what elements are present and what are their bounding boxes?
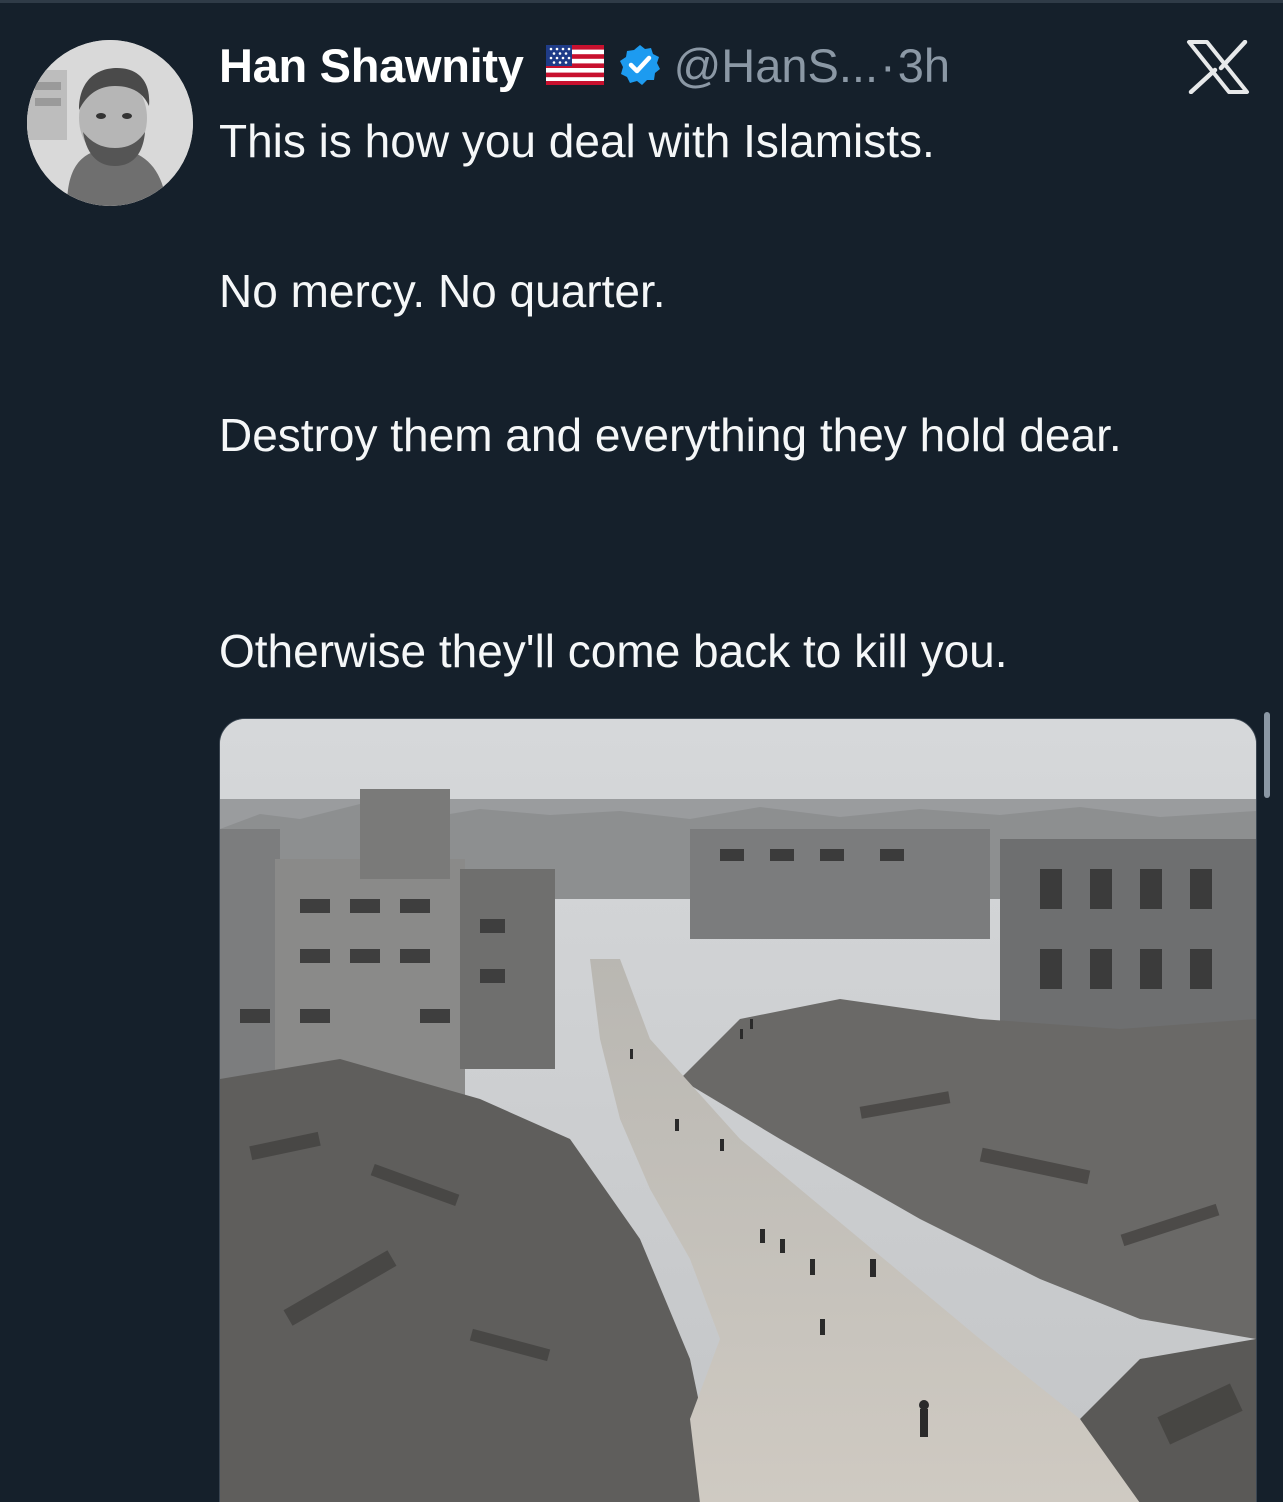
scrollbar[interactable] bbox=[1264, 712, 1270, 798]
tweet-paragraph: Destroy them and everything they hold de… bbox=[219, 409, 1122, 461]
tweet-photo[interactable] bbox=[219, 718, 1257, 1502]
separator-dot: · bbox=[880, 38, 896, 92]
tweet-paragraph: No mercy. No quarter. bbox=[219, 265, 666, 317]
handle[interactable]: @HanS... bbox=[674, 38, 878, 93]
avatar[interactable] bbox=[27, 40, 193, 206]
tweet-paragraph: Otherwise they'll come back to kill you. bbox=[219, 625, 1008, 677]
x-logo-icon[interactable] bbox=[1185, 39, 1251, 95]
us-flag-icon bbox=[545, 45, 604, 85]
tweet-header: Han Shawnity @HanS... · 3h bbox=[219, 30, 950, 100]
avatar-image bbox=[27, 40, 193, 206]
tweet-text: This is how you deal with Islamists. No … bbox=[219, 110, 1239, 677]
display-name[interactable]: Han Shawnity bbox=[219, 38, 524, 93]
verified-badge-icon[interactable] bbox=[618, 43, 662, 87]
photo-image bbox=[220, 719, 1256, 1502]
timestamp[interactable]: 3h bbox=[898, 38, 950, 93]
top-divider bbox=[0, 0, 1283, 3]
tweet-paragraph: This is how you deal with Islamists. bbox=[219, 115, 935, 167]
